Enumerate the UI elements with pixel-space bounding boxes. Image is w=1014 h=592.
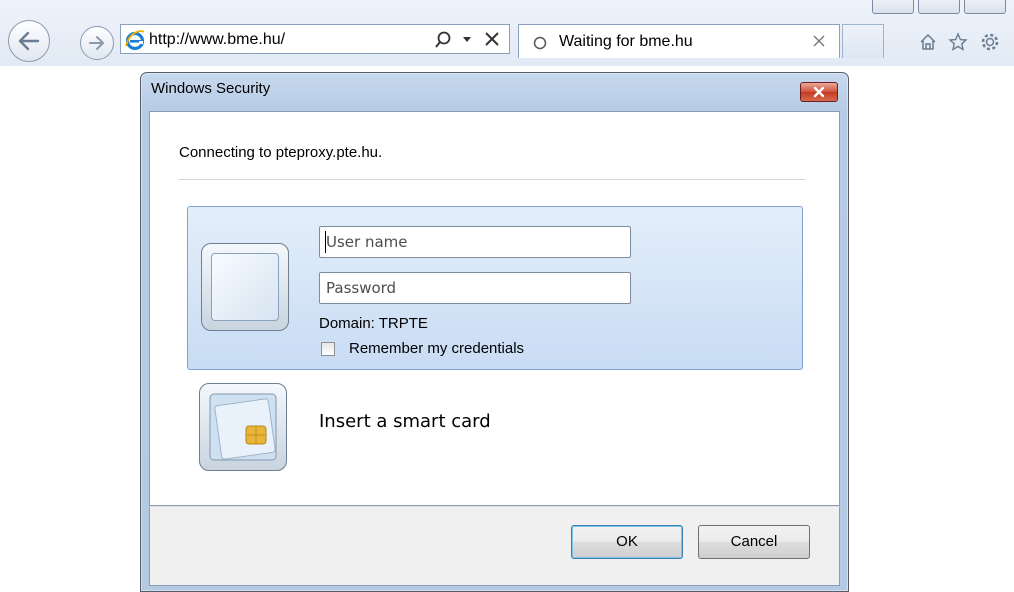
domain-label: Domain: TRPTE [319, 315, 428, 332]
window-close-button[interactable] [964, 0, 1006, 14]
cancel-button[interactable]: Cancel [698, 525, 810, 559]
username-field[interactable] [319, 226, 631, 258]
stop-icon[interactable] [483, 30, 501, 48]
search-icon[interactable] [434, 30, 452, 50]
minimize-button[interactable] [872, 0, 914, 14]
close-icon [813, 86, 825, 98]
credential-tile-selected[interactable]: Domain: TRPTE Remember my credentials [187, 206, 803, 370]
connecting-message: Connecting to pteproxy.pte.hu. [179, 144, 383, 161]
forward-button[interactable] [80, 26, 114, 60]
remember-checkbox[interactable] [321, 342, 335, 356]
tab-label: Waiting for bme.hu [559, 33, 693, 50]
back-icon [18, 31, 40, 51]
forward-icon [89, 36, 104, 50]
home-icon[interactable] [918, 32, 938, 52]
close-icon[interactable] [812, 34, 826, 48]
dialog-close-button[interactable] [800, 82, 838, 102]
smart-card-icon [199, 383, 287, 471]
dialog-title: Windows Security [151, 80, 271, 97]
tools-icon[interactable] [980, 32, 1000, 52]
security-dialog: Windows Security Connecting to pteproxy.… [140, 72, 849, 592]
remember-label: Remember my credentials [349, 340, 525, 357]
tab-bme[interactable]: Waiting for bme.hu [518, 24, 840, 58]
smartcard-label: Insert a smart card [319, 411, 491, 432]
maximize-button[interactable] [918, 0, 960, 14]
new-tab-button[interactable] [842, 24, 884, 58]
password-field[interactable] [319, 272, 631, 304]
address-bar[interactable]: http://www.bme.hu/ [120, 24, 510, 54]
loading-icon [533, 36, 547, 50]
window-controls [868, 0, 1014, 14]
user-tile-icon [201, 243, 289, 331]
text-caret [325, 231, 326, 253]
separator [179, 179, 805, 180]
address-url: http://www.bme.hu/ [149, 31, 286, 48]
favorites-icon[interactable] [948, 32, 968, 52]
dialog-body: Connecting to pteproxy.pte.hu. Domain: T… [149, 111, 840, 506]
back-button[interactable] [8, 20, 50, 62]
dropdown-icon[interactable] [462, 36, 472, 43]
ok-button[interactable]: OK [571, 525, 683, 559]
dialog-footer: OK Cancel [149, 506, 840, 586]
ie-logo-icon [125, 30, 145, 51]
browser-chrome: http://www.bme.hu/ Waiting for bme.hu [0, 0, 1014, 66]
